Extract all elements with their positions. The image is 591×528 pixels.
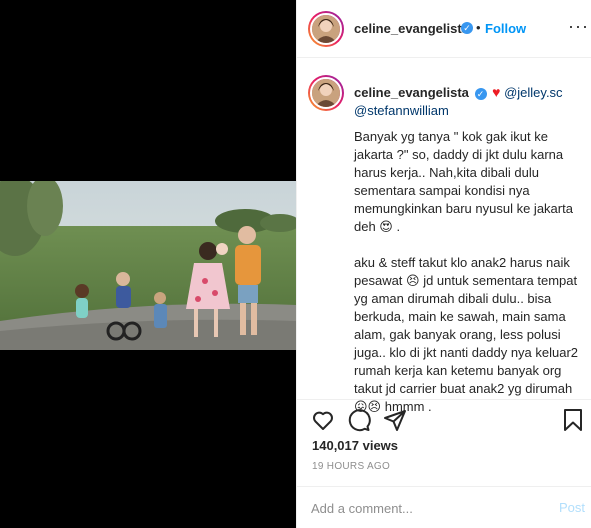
more-options-icon[interactable]: ···	[568, 17, 589, 35]
caption-header: celine_evangelista ✓ ♥ @jelley.sc @stefa…	[354, 83, 584, 120]
post-header: celine_evangelista ✓ • Follow ···	[297, 0, 591, 58]
username-link[interactable]: celine_evangelista	[354, 21, 469, 36]
red-heart-emoji: ♥	[492, 84, 501, 100]
post-media[interactable]	[0, 0, 296, 528]
mention-link[interactable]: @jelley.sc	[504, 85, 562, 100]
comment-icon[interactable]	[347, 408, 371, 432]
caption-avatar[interactable]	[310, 77, 342, 109]
caption-paragraph: aku & steff takut klo anak2 harus naik p…	[354, 255, 582, 414]
bookmark-icon[interactable]	[561, 408, 585, 432]
post-timestamp[interactable]: 19 HOURS AGO	[312, 461, 390, 472]
avatar[interactable]	[310, 13, 342, 45]
caption-text: Banyak yg tanya " kok gak ikut ke jakart…	[354, 128, 586, 416]
caption-username-link[interactable]: celine_evangelista	[354, 85, 469, 100]
heart-icon[interactable]	[311, 408, 335, 432]
family-photo-image	[0, 181, 296, 350]
caption-section: celine_evangelista ✓ ♥ @jelley.sc @stefa…	[297, 59, 591, 414]
verified-badge-icon: ✓	[461, 22, 473, 34]
caption-paragraph: Banyak yg tanya " kok gak ikut ke jakart…	[354, 129, 577, 234]
post-side-panel: celine_evangelista ✓ • Follow ··· celine…	[296, 0, 591, 528]
comment-bar: Post	[297, 486, 591, 528]
verified-badge-icon: ✓	[474, 87, 487, 100]
post-photo[interactable]	[0, 181, 296, 350]
share-icon[interactable]	[383, 408, 407, 432]
separator-dot: •	[476, 20, 481, 35]
mention-link[interactable]: @stefannwilliam	[354, 103, 449, 118]
post-comment-button[interactable]: Post	[559, 500, 585, 515]
action-bar	[297, 400, 591, 440]
comment-input[interactable]	[311, 497, 531, 519]
avatar-image	[312, 15, 340, 43]
follow-button[interactable]: Follow	[485, 21, 526, 36]
view-count[interactable]: 140,017 views	[312, 438, 398, 453]
avatar-image	[312, 79, 340, 107]
